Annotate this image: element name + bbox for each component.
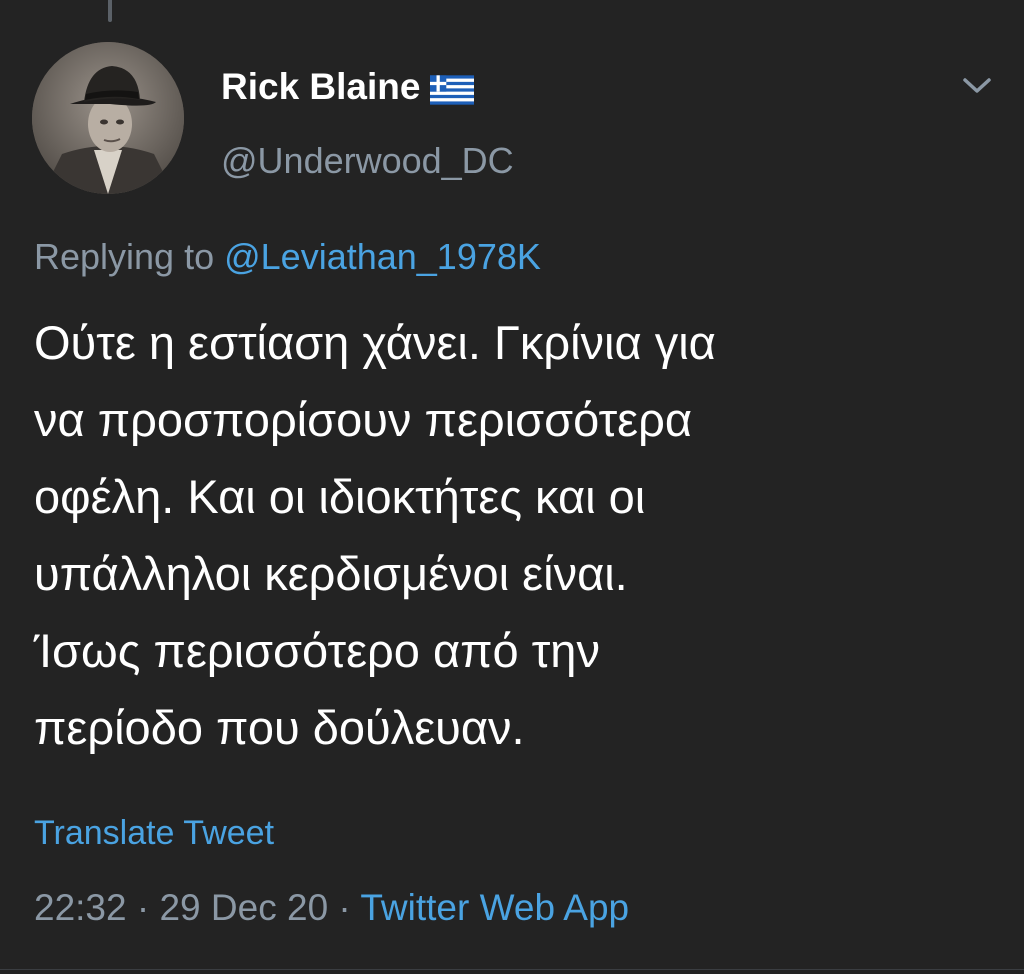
greek-flag-icon [430,72,475,105]
more-options-button[interactable] [955,66,999,106]
author-display-name[interactable]: Rick Blaine [221,66,475,108]
replying-to-mention-link[interactable]: @Leviathan_1978K [224,236,541,277]
display-name-text: Rick Blaine [221,66,421,107]
tweet-source-link[interactable]: Twitter Web App [360,887,629,928]
chevron-down-icon [963,78,991,93]
tweet-text-line: υπάλληλοι κερδισμένοι είναι. [34,547,628,600]
author-handle[interactable]: @Underwood_DC [221,140,514,182]
translate-tweet-link[interactable]: Translate Tweet [34,814,274,853]
meta-separator: · [328,887,361,928]
tweet-date[interactable]: 29 Dec 20 [159,887,328,928]
tweet-time[interactable]: 22:32 [34,887,127,928]
thread-connector-line [108,0,112,22]
avatar-image [32,42,184,194]
tweet-text-line: οφέλη. Και οι ιδιοκτήτες και οι [34,470,646,523]
avatar[interactable] [32,42,184,194]
replying-to-line: Replying to @Leviathan_1978K [34,236,541,278]
tweet-text-line: Ούτε η εστίαση χάνει. Γκρίνια για [34,316,716,369]
meta-separator: · [126,887,160,928]
tweet-text-line: Ίσως περισσότερο από την [34,624,600,677]
tweet-body: Ούτε η εστίαση χάνει. Γκρίνια για να προ… [34,304,1004,766]
tweet-text-line: να προσπορίσουν περισσότερα [34,393,692,446]
bottom-divider [0,969,1024,970]
tweet-text-line: περίοδο που δούλευαν. [34,701,525,754]
replying-to-label: Replying to [34,236,225,277]
tweet-metadata: 22:32 · 29 Dec 20 · Twitter Web App [34,887,629,929]
